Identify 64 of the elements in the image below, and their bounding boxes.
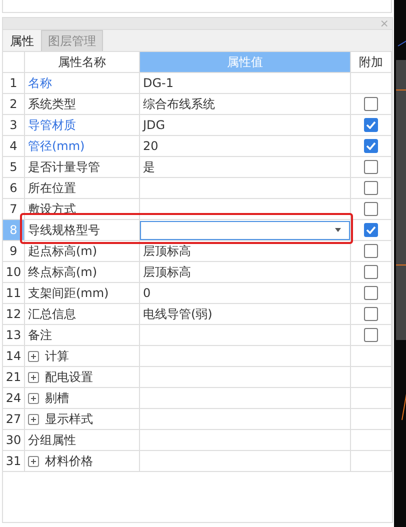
row-number[interactable]: 13 — [3, 325, 25, 346]
caret-icon — [335, 228, 341, 232]
property-name: 名称 — [25, 73, 140, 94]
property-value[interactable]: 0 — [140, 283, 351, 304]
checkbox[interactable] — [364, 328, 378, 342]
expand-icon[interactable] — [28, 456, 39, 466]
checkbox[interactable] — [364, 286, 378, 300]
checkbox[interactable] — [364, 244, 378, 258]
row-number[interactable]: 4 — [3, 136, 25, 157]
row-number[interactable]: 31 — [3, 451, 25, 472]
row-number[interactable]: 3 — [3, 115, 25, 136]
expand-icon[interactable] — [28, 414, 39, 424]
checkbox[interactable] — [364, 181, 378, 195]
property-value[interactable]: DG-1 — [140, 73, 351, 94]
row-number[interactable]: 12 — [3, 304, 25, 325]
column-header[interactable]: 附加 — [351, 52, 392, 73]
property-name: 所在位置 — [25, 178, 140, 199]
property-name: 分组属性 — [25, 430, 140, 451]
checkbox[interactable] — [364, 265, 378, 279]
property-name: 备注 — [25, 325, 140, 346]
row-number[interactable]: 9 — [3, 241, 25, 262]
checkbox[interactable] — [364, 139, 378, 153]
property-name: 管径(mm) — [25, 136, 140, 157]
property-name: 系统类型 — [25, 94, 140, 115]
row-number[interactable]: 14 — [3, 346, 25, 367]
property-name: 导管材质 — [25, 115, 140, 136]
checkbox[interactable] — [364, 160, 378, 174]
expand-icon[interactable] — [28, 372, 39, 382]
row-number[interactable]: 10 — [3, 262, 25, 283]
checkbox[interactable] — [364, 97, 378, 111]
checkbox[interactable] — [364, 307, 378, 321]
property-value[interactable]: 层顶标高 — [140, 262, 351, 283]
property-value[interactable]: 是 — [140, 157, 351, 178]
row-number[interactable]: 27 — [3, 409, 25, 430]
checkbox[interactable] — [364, 202, 378, 216]
group-label: 剔槽 — [45, 390, 69, 406]
property-value[interactable]: 综合布线系统 — [140, 94, 351, 115]
group-label: 材料价格 — [45, 452, 93, 470]
row-number[interactable]: 5 — [3, 157, 25, 178]
property-name: 终点标高(m) — [25, 262, 140, 283]
group-label: 计算 — [45, 348, 69, 364]
property-value[interactable]: JDG — [140, 115, 351, 136]
property-name: 汇总信息 — [25, 304, 140, 325]
property-value[interactable]: 电线导管(弱) — [140, 304, 351, 325]
group-label: 显示样式 — [45, 410, 93, 428]
row-number[interactable]: 1 — [3, 73, 25, 94]
row-number[interactable]: 2 — [3, 94, 25, 115]
property-name: 起点标高(m) — [25, 241, 140, 262]
group-label: 配电设置 — [45, 368, 93, 386]
property-value[interactable]: 层顶标高 — [140, 241, 351, 262]
row-number[interactable]: 6 — [3, 178, 25, 199]
checkbox[interactable] — [364, 223, 378, 237]
row-number[interactable]: 21 — [3, 367, 25, 388]
value-dropdown[interactable] — [140, 220, 350, 240]
property-name: 导线规格型号 — [25, 220, 140, 241]
expand-icon[interactable] — [28, 350, 39, 362]
row-number[interactable]: 30 — [3, 430, 25, 451]
checkbox[interactable] — [364, 118, 378, 132]
expand-icon[interactable] — [28, 392, 39, 404]
property-name: 支架间距(mm) — [25, 283, 140, 304]
property-name: 是否计量导管 — [25, 157, 140, 178]
property-value[interactable]: 20 — [140, 136, 351, 157]
row-number[interactable]: 24 — [3, 388, 25, 409]
row-number[interactable]: 11 — [3, 283, 25, 304]
